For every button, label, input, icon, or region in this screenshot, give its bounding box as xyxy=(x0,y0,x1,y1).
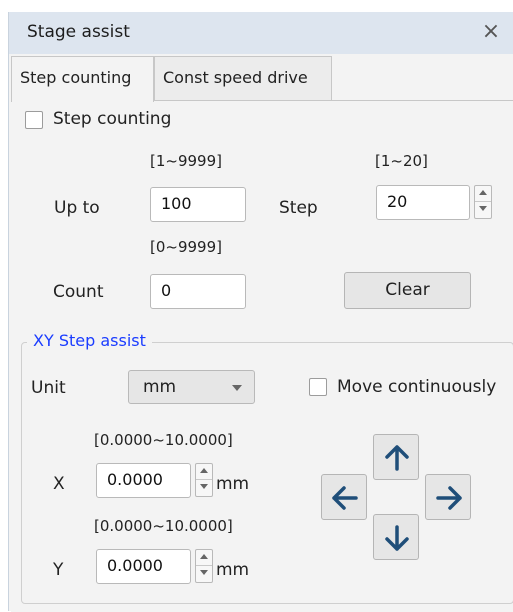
arrow-right-icon xyxy=(436,486,462,510)
x-range: [0.0000~10.0000] xyxy=(94,431,233,449)
step-down-icon[interactable] xyxy=(475,202,491,218)
x-unit: mm xyxy=(216,474,250,494)
arrow-left-icon xyxy=(332,486,358,510)
window-title: Stage assist xyxy=(27,22,130,42)
x-label: X xyxy=(53,474,65,494)
y-unit: mm xyxy=(216,560,250,580)
unit-label: Unit xyxy=(31,378,66,398)
arrow-down-icon xyxy=(385,525,409,551)
move-left-button[interactable] xyxy=(321,474,367,520)
count-input[interactable]: 0 xyxy=(150,274,246,309)
count-label: Count xyxy=(53,282,104,302)
count-range: [0~9999] xyxy=(150,238,222,256)
y-down-icon[interactable] xyxy=(196,566,212,582)
step-range: [1~20] xyxy=(375,152,428,170)
title-bar: Stage assist × xyxy=(9,12,513,54)
y-label: Y xyxy=(53,560,64,580)
move-down-button[interactable] xyxy=(373,514,419,560)
x-spinner[interactable] xyxy=(195,463,213,497)
tab-step-counting[interactable]: Step counting xyxy=(11,56,154,102)
unit-select-value: mm xyxy=(143,377,177,397)
move-continuously-label: Move continuously xyxy=(337,377,497,397)
arrow-up-icon xyxy=(385,445,409,471)
y-up-icon[interactable] xyxy=(196,550,212,566)
chevron-down-icon xyxy=(232,385,242,391)
xy-step-assist-title: XY Step assist xyxy=(27,331,152,350)
y-spinner[interactable] xyxy=(195,549,213,583)
move-up-button[interactable] xyxy=(373,434,419,480)
step-spinner[interactable] xyxy=(474,185,492,219)
y-range: [0.0000~10.0000] xyxy=(94,517,233,535)
upto-label: Up to xyxy=(54,198,100,218)
tab-const-speed-drive[interactable]: Const speed drive xyxy=(154,56,332,100)
x-down-icon[interactable] xyxy=(196,480,212,496)
close-icon[interactable]: × xyxy=(480,19,502,45)
upto-range: [1~9999] xyxy=(150,152,222,170)
step-label: Step xyxy=(279,198,318,218)
move-right-button[interactable] xyxy=(425,474,471,520)
step-up-icon[interactable] xyxy=(475,186,491,202)
upto-input[interactable]: 100 xyxy=(150,187,246,222)
y-input[interactable]: 0.0000 xyxy=(96,549,191,584)
step-counting-checkbox-label: Step counting xyxy=(53,109,172,129)
step-input[interactable]: 20 xyxy=(376,185,470,220)
x-up-icon[interactable] xyxy=(196,464,212,480)
clear-button[interactable]: Clear xyxy=(344,272,471,309)
x-input[interactable]: 0.0000 xyxy=(96,463,191,498)
stage-assist-window: Stage assist × Step counting Const speed… xyxy=(8,12,513,612)
unit-select[interactable]: mm xyxy=(128,370,255,404)
move-continuously-checkbox[interactable] xyxy=(309,378,327,396)
step-counting-checkbox[interactable] xyxy=(25,111,43,129)
